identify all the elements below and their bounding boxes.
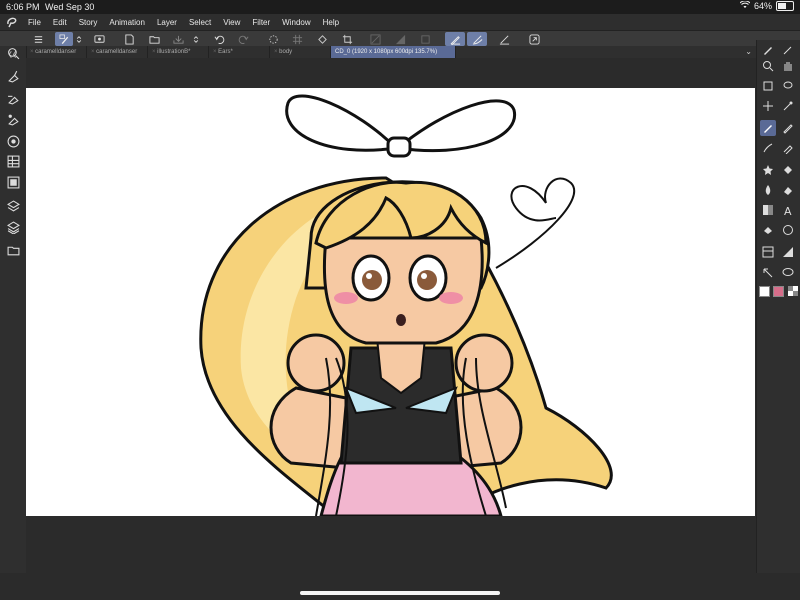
menu-animation[interactable]: Animation [103,18,151,27]
zoom-icon[interactable] [760,58,776,74]
fill-icon[interactable] [315,32,329,46]
selection-icon[interactable] [266,32,280,46]
wifi-icon [739,0,751,11]
home-indicator[interactable] [300,591,500,595]
status-right: 64% [739,0,794,11]
color-wheel-icon[interactable] [5,133,21,149]
command-bar [0,30,800,47]
menu-help[interactable]: Help [317,18,345,27]
pen-stabilizer-icon[interactable] [467,32,487,46]
left-sidebar [0,46,27,600]
lasso-icon[interactable] [780,78,796,94]
status-time: 6:06 PM [6,2,40,12]
tab-caramelldanser-2[interactable]: × caramelldanser [87,46,148,58]
save-icon[interactable] [171,32,185,46]
drawing-canvas[interactable] [26,88,755,516]
tab-illustrationb[interactable]: × illustrationB* [148,46,209,58]
grid-icon[interactable] [290,32,304,46]
menu-story[interactable]: Story [73,18,104,27]
crop-icon[interactable] [340,32,354,46]
clip-studio-logo-icon[interactable] [2,14,22,30]
brush-size-icon[interactable] [5,111,21,127]
tab-ears[interactable]: × Ears* [209,46,270,58]
layers-icon[interactable] [5,198,21,214]
pencil-tool-icon[interactable] [780,120,796,136]
sub-color-swatch[interactable] [773,286,784,297]
correct-line-icon[interactable] [760,265,776,281]
menu-edit[interactable]: Edit [47,18,73,27]
operation-icon[interactable] [760,78,776,94]
redo-icon[interactable] [236,32,250,46]
main-color-swatch[interactable] [759,286,770,297]
brush-select-icon[interactable] [55,32,73,46]
menu-select[interactable]: Select [183,18,217,27]
menu-bar: File Edit Story Animation Layer Select V… [0,14,800,30]
undo-icon[interactable] [212,32,226,46]
layer-property-icon[interactable] [5,219,21,235]
pen-pressure-icon[interactable] [445,32,465,46]
folder-icon[interactable] [5,242,21,258]
menu-file[interactable]: File [22,18,47,27]
pen-icon[interactable] [760,42,776,58]
open-folder-icon[interactable] [147,32,161,46]
gradient-icon[interactable] [760,202,776,218]
tool-property-icon[interactable] [5,90,21,106]
ruler-tool-icon[interactable] [780,244,796,260]
sub-tool-icon[interactable] [5,68,21,84]
bottom-bar [0,573,800,600]
new-canvas-icon[interactable] [122,32,136,46]
color-set-icon[interactable] [5,153,21,169]
tab-caramelldanser-1[interactable]: × caramelldanser [26,46,87,58]
frame-border-icon[interactable] [760,244,776,260]
menu-filter[interactable]: Filter [246,18,276,27]
navigator-search-icon[interactable] [5,45,21,61]
share-icon[interactable] [527,32,541,46]
ios-status-bar: 6:06 PM Wed Sep 30 64% [0,0,800,14]
pen-line-icon[interactable] [497,32,511,46]
stepper2-icon[interactable] [191,32,201,46]
move-icon[interactable] [760,98,776,114]
battery-icon [776,1,794,11]
airbrush-icon[interactable] [780,140,796,156]
stepper-icon[interactable] [74,32,84,46]
transform-icon[interactable] [368,32,382,46]
magic-wand-icon[interactable] [780,98,796,114]
menu-window[interactable]: Window [276,18,316,27]
tab-body[interactable]: × body [270,46,331,58]
figure-circle-icon[interactable] [780,222,796,238]
chevron-down-icon[interactable]: ⌄ [745,47,752,56]
character-illustration [199,94,613,516]
menu-layer[interactable]: Layer [151,18,183,27]
fill-bucket-icon[interactable] [780,162,796,178]
hand-icon[interactable] [780,58,796,74]
material-icon[interactable] [5,174,21,190]
canvas-tabs: × caramelldanser × caramelldanser × illu… [26,46,756,58]
menu-view[interactable]: View [217,18,246,27]
tab-cd-0[interactable]: CD_0 (1920 x 1080px 600dpi 135.7%) [331,46,456,58]
status-date: Wed Sep 30 [45,2,95,12]
text-icon[interactable]: A [780,202,796,218]
decoration-star-icon[interactable] [760,162,776,178]
layer-mask-icon[interactable] [418,32,432,46]
svg-text:A: A [784,205,792,216]
fill-tool-icon[interactable] [760,222,776,238]
battery-percent: 64% [753,1,772,11]
pen-tool-icon[interactable] [760,120,776,136]
blend-icon[interactable] [760,182,776,198]
eraser-icon[interactable] [780,182,796,198]
balloon-icon[interactable] [780,265,796,281]
menu-icon[interactable] [31,32,45,46]
brush-tool-icon[interactable] [760,140,776,156]
transparent-color-icon[interactable] [785,283,800,299]
screen-icon[interactable] [92,32,106,46]
ruler-icon[interactable] [393,32,407,46]
pencil-small-icon[interactable] [780,42,796,58]
